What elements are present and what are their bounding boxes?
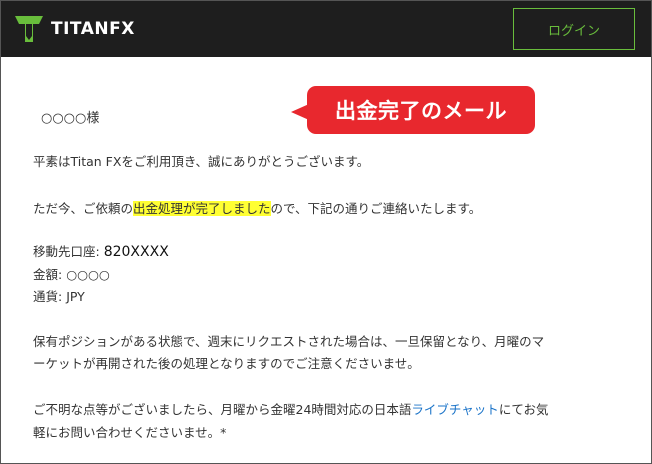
logo[interactable]: TITANFX	[15, 15, 135, 43]
weekend-notice-line1: 保有ポジションがある状態で、週末にリクエストされた場合は、一旦保留となり、月曜の…	[33, 334, 545, 349]
greeting-text: 平素はTitan FXをご利用頂き、誠にありがとうございます。	[33, 154, 370, 169]
titanfx-shield-logo-icon	[15, 16, 43, 42]
contact-line1: ご不明な点等がございましたら、月曜から金曜24時間対応の日本語ライブチャットにて…	[33, 401, 548, 419]
account-value: 820XXXX	[103, 244, 169, 260]
login-button[interactable]: ログイン	[513, 8, 635, 50]
contact-line2: 軽にお問い合わせくださいませ。*	[33, 425, 227, 440]
notice-highlight: 出金処理が完了しました	[133, 201, 271, 216]
currency-row: 通貨: JPY	[33, 288, 85, 306]
amount-value: ○○○○	[66, 267, 110, 282]
currency-value: JPY	[66, 289, 85, 304]
notice-prefix: ただ今、ご依頼の	[33, 201, 134, 216]
salutation: ○○○○様	[41, 111, 100, 126]
contact-prefix: ご不明な点等がございましたら、月曜から金曜24時間対応の日本語	[33, 402, 412, 417]
notice-suffix: ので、下記の通りご連絡いたします。	[270, 201, 482, 216]
completion-notice: ただ今、ご依頼の出金処理が完了しましたので、下記の通りご連絡いたします。	[33, 200, 481, 218]
contact-suffix: にてお気	[498, 402, 549, 417]
logo-text: TITANFX	[51, 19, 135, 39]
live-chat-link[interactable]: ライブチャット	[411, 402, 498, 417]
amount-row: 金額: ○○○○	[33, 266, 110, 284]
account-row: 移動先口座: 820XXXX	[33, 243, 169, 261]
callout-label: 出金完了のメール	[307, 86, 535, 134]
currency-label: 通貨:	[33, 289, 63, 304]
email-frame: TITANFX ログイン 出金完了のメール ○○○○様 平素はTitan FXを…	[0, 0, 652, 464]
account-label: 移動先口座:	[33, 244, 100, 259]
weekend-notice-line2: ーケットが再開された後の処理となりますのでご注意くださいませ。	[33, 356, 420, 371]
amount-label: 金額:	[33, 267, 63, 282]
header-bar: TITANFX ログイン	[1, 1, 651, 57]
